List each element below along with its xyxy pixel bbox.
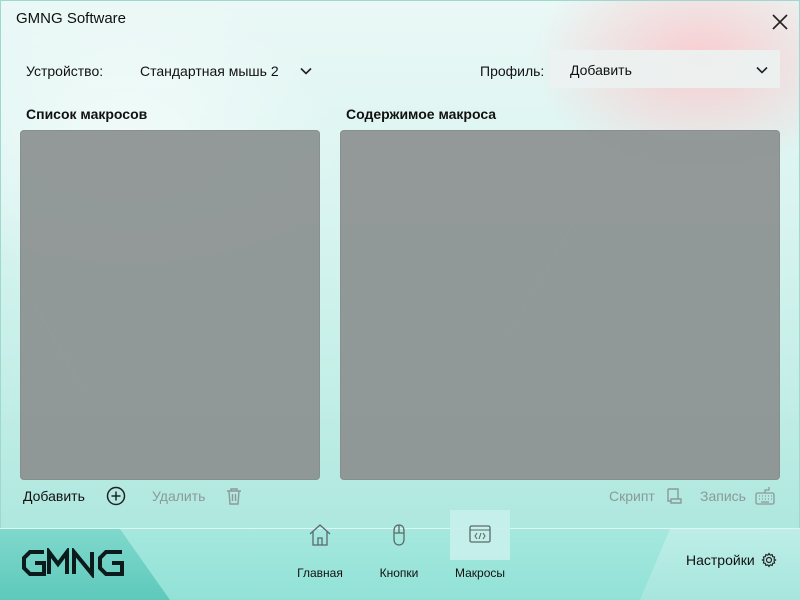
- record-label: Запись: [700, 488, 746, 504]
- nav-macros-label: Макросы: [454, 566, 506, 580]
- script-icon: [667, 488, 682, 504]
- nav-buttons-label: Кнопки: [379, 566, 419, 580]
- plus-circle-icon: [106, 486, 126, 506]
- trash-icon: [227, 488, 242, 505]
- script-button[interactable]: Скрипт: [609, 485, 685, 507]
- settings-button[interactable]: Настройки: [686, 552, 777, 568]
- close-icon[interactable]: [768, 10, 792, 34]
- nav-macros[interactable]: Макросы: [450, 510, 510, 582]
- keyboard-icon: [755, 487, 775, 505]
- profile-select-value: Добавить: [570, 62, 632, 78]
- profile-select[interactable]: Добавить: [550, 50, 780, 88]
- home-icon: [309, 524, 331, 546]
- window-title: GMNG Software: [16, 10, 127, 27]
- profile-label: Профиль:: [480, 63, 545, 79]
- macro-content-panel[interactable]: [340, 130, 780, 480]
- nav-home[interactable]: Главная: [290, 510, 350, 582]
- script-label: Скрипт: [609, 488, 655, 504]
- gmng-logo: [22, 548, 124, 578]
- delete-macro-button[interactable]: Удалить: [152, 485, 245, 507]
- code-icon: [469, 525, 491, 543]
- chevron-down-icon[interactable]: [298, 63, 314, 79]
- settings-label: Настройки: [686, 552, 755, 568]
- macro-content-heading: Содержимое макроса: [346, 106, 497, 122]
- device-select[interactable]: Стандартная мышь 2: [140, 63, 279, 79]
- macro-list-panel[interactable]: [20, 130, 320, 480]
- macro-list-heading: Список макросов: [26, 106, 148, 122]
- chevron-down-icon: [756, 66, 768, 74]
- nav-buttons[interactable]: Кнопки: [369, 510, 429, 582]
- add-macro-label: Добавить: [23, 488, 85, 504]
- device-label: Устройство:: [26, 63, 104, 79]
- record-button[interactable]: Запись: [700, 485, 776, 507]
- add-macro-button[interactable]: Добавить: [23, 485, 127, 507]
- nav-home-label: Главная: [297, 566, 343, 580]
- mouse-icon: [393, 524, 405, 546]
- delete-macro-label: Удалить: [152, 488, 206, 504]
- gear-icon: [761, 552, 777, 568]
